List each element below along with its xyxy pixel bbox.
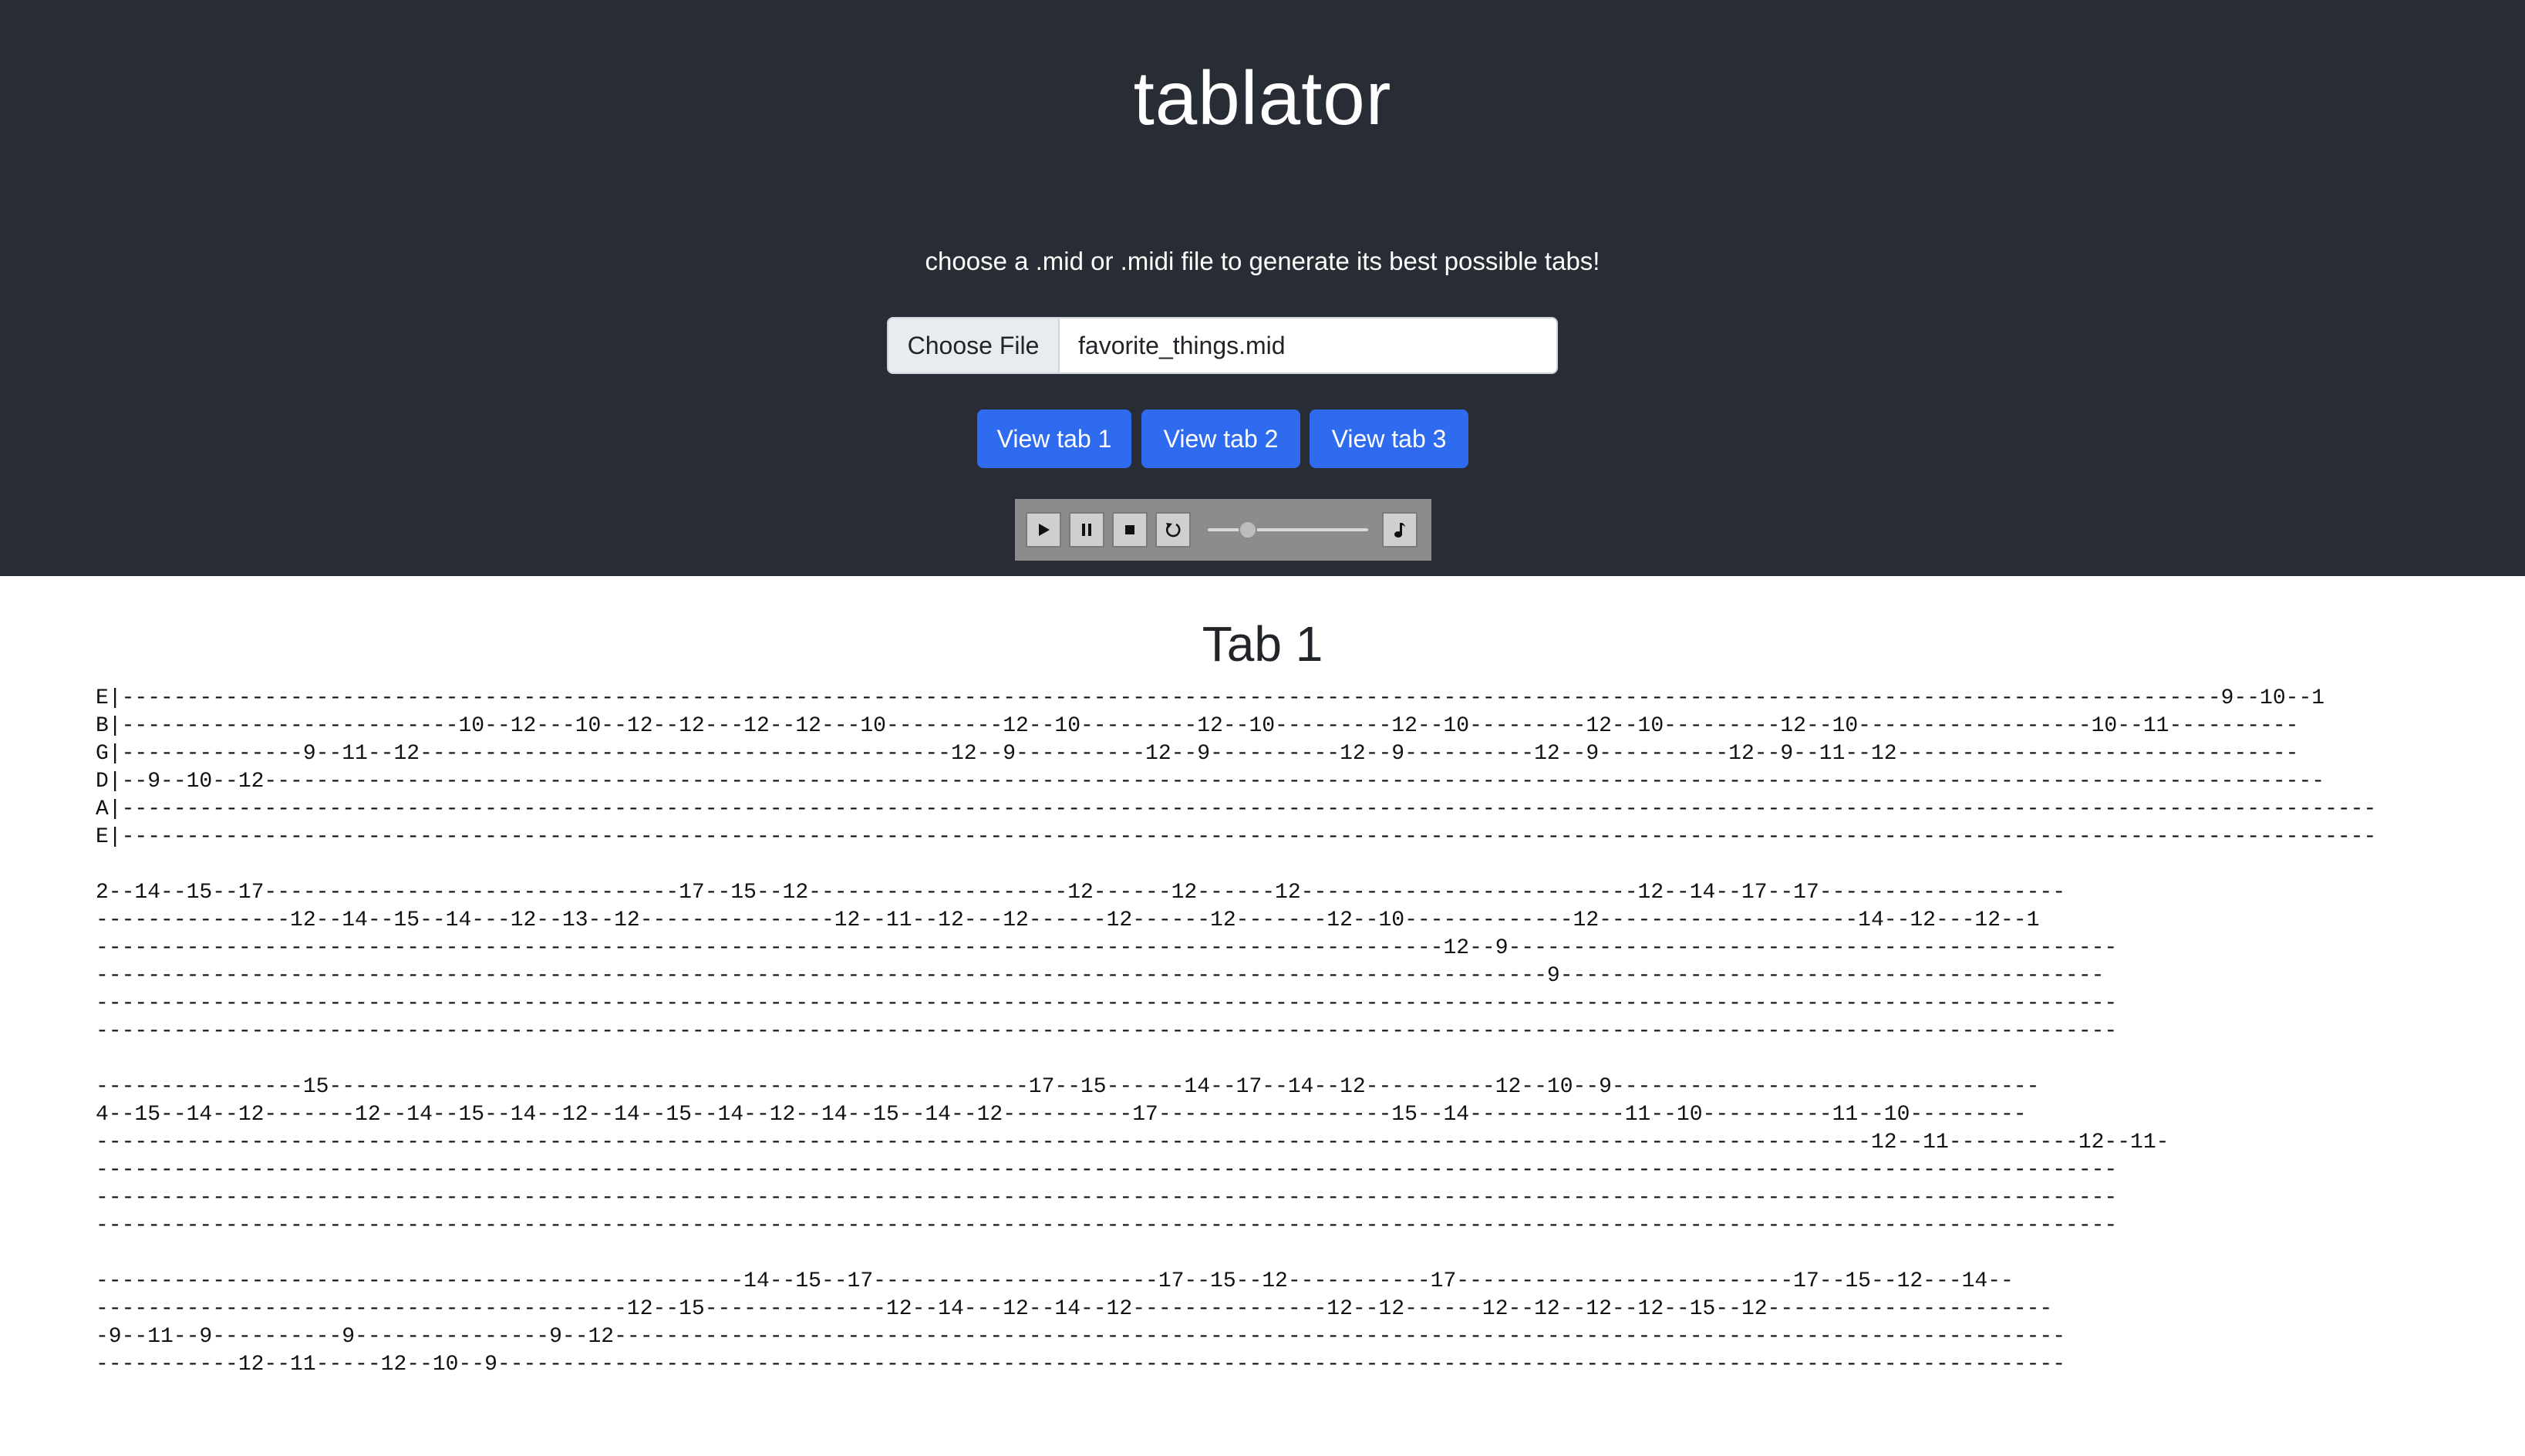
selected-file-name: favorite_things.mid xyxy=(1078,331,1286,359)
playback-slider-thumb[interactable] xyxy=(1239,521,1257,539)
view-tab-2-button[interactable]: View tab 2 xyxy=(1141,410,1300,468)
music-note-icon xyxy=(1394,523,1405,538)
replay-icon xyxy=(1165,523,1181,538)
replay-button[interactable] xyxy=(1155,512,1191,548)
play-button[interactable] xyxy=(1026,512,1061,548)
instructions-text: choose a .mid or .midi file to generate … xyxy=(925,247,1600,275)
tab-content: E|--------------------------------------… xyxy=(96,686,2377,1377)
choose-file-button[interactable]: Choose File xyxy=(888,318,1060,372)
pause-icon xyxy=(1082,524,1091,536)
play-icon xyxy=(1039,524,1050,536)
stop-icon xyxy=(1125,525,1134,534)
view-tab-1-button[interactable]: View tab 1 xyxy=(977,410,1131,468)
playback-slider-track[interactable] xyxy=(1208,528,1368,531)
stop-button[interactable] xyxy=(1112,512,1148,548)
app-header: tablator choose a .mid or .midi file to … xyxy=(0,0,2525,576)
pause-button[interactable] xyxy=(1069,512,1104,548)
app-title: tablator xyxy=(1133,56,1392,140)
view-tab-3-button[interactable]: View tab 3 xyxy=(1310,410,1468,468)
instrument-button[interactable] xyxy=(1382,512,1418,548)
midi-player xyxy=(1015,499,1431,561)
file-input[interactable]: Choose File favorite_things.mid xyxy=(887,317,1558,374)
tab-heading: Tab 1 xyxy=(1202,616,1323,672)
